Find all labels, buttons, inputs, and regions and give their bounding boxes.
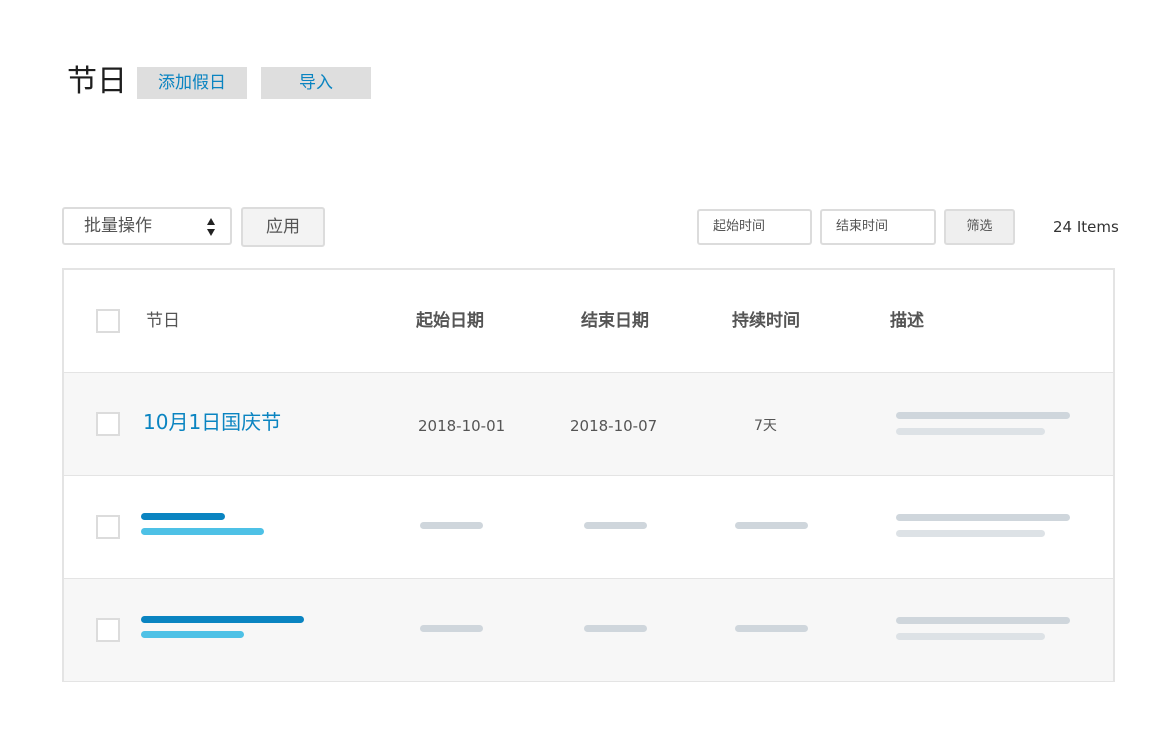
add-holiday-button[interactable]: 添加假日: [137, 67, 247, 99]
items-count: 24 Items: [1053, 218, 1119, 236]
start-time-input[interactable]: 起始时间: [697, 209, 812, 245]
duration-cell: 7天: [754, 418, 777, 434]
start-date-placeholder-bar: [420, 625, 483, 632]
end-date-placeholder-bar: [584, 522, 647, 529]
start-date-placeholder-bar: [420, 522, 483, 529]
table-row: 10月1日国庆节 2018-10-01 2018-10-07 7天: [64, 373, 1113, 475]
bulk-action-select[interactable]: 批量操作: [62, 207, 232, 245]
column-header-description[interactable]: 描述: [890, 310, 924, 332]
description-placeholder-bar: [896, 514, 1070, 521]
description-placeholder-bar: [896, 428, 1045, 435]
description-placeholder-bar: [896, 617, 1070, 624]
column-header-holiday[interactable]: 节日: [146, 310, 180, 332]
table-header-row: 节日 起始日期 结束日期 持续时间 描述: [64, 270, 1113, 372]
description-placeholder-bar: [896, 412, 1070, 419]
bulk-action-label: 批量操作: [84, 216, 152, 236]
apply-button[interactable]: 应用: [241, 207, 325, 247]
import-button[interactable]: 导入: [261, 67, 371, 99]
select-arrows-icon: [206, 217, 216, 237]
table-row: [64, 579, 1113, 681]
duration-placeholder-bar: [735, 625, 808, 632]
filter-button[interactable]: 筛选: [944, 209, 1015, 245]
row-checkbox[interactable]: [96, 618, 120, 642]
end-time-input[interactable]: 结束时间: [820, 209, 936, 245]
select-all-checkbox[interactable]: [96, 309, 120, 333]
holiday-name-link[interactable]: 10月1日国庆节: [143, 412, 281, 432]
description-placeholder-bar: [896, 633, 1045, 640]
page-title: 节日: [67, 64, 127, 99]
column-header-duration[interactable]: 持续时间: [732, 310, 800, 332]
row-checkbox[interactable]: [96, 515, 120, 539]
duration-placeholder-bar: [735, 522, 808, 529]
start-date-cell: 2018-10-01: [418, 417, 506, 435]
holiday-table: 节日 起始日期 结束日期 持续时间 描述 10月1日国庆节 2018-10-01…: [62, 268, 1115, 682]
end-date-cell: 2018-10-07: [570, 417, 658, 435]
description-placeholder-bar: [896, 530, 1045, 537]
table-row: [64, 476, 1113, 578]
row-checkbox[interactable]: [96, 412, 120, 436]
end-date-placeholder-bar: [584, 625, 647, 632]
column-header-start-date[interactable]: 起始日期: [416, 310, 484, 332]
holiday-name-placeholder-bar: [141, 616, 304, 623]
holiday-name-placeholder-bar: [141, 631, 244, 638]
holiday-name-placeholder-bar: [141, 528, 264, 535]
holiday-name-placeholder-bar: [141, 513, 225, 520]
column-header-end-date[interactable]: 结束日期: [581, 310, 649, 332]
